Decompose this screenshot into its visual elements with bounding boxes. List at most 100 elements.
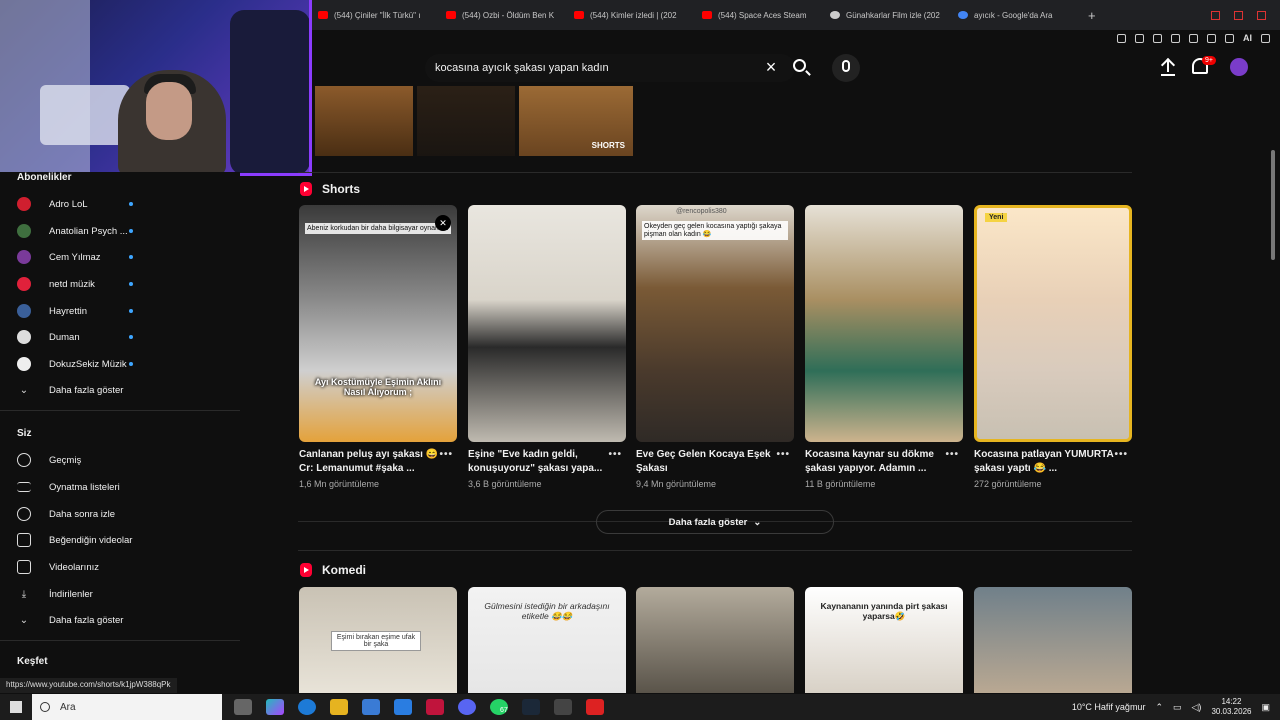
sidebar-item-subscription[interactable]: Hayrettin (17, 299, 227, 323)
channel-avatar (17, 330, 31, 344)
browser-tab[interactable]: (544) Space Aces Steam (694, 0, 822, 30)
app-icon[interactable] (586, 699, 604, 715)
video-thumbnail[interactable] (417, 86, 515, 156)
play-icon[interactable] (1171, 33, 1180, 43)
browser-tab[interactable]: (544) Kimler izledi | (202 (566, 0, 694, 30)
komedi-short-thumbnail[interactable]: Kaynananın yanında pirt şakası yaparsa🤣 (805, 587, 963, 693)
sidebar-item-subscription[interactable]: netd müzik (17, 272, 227, 296)
app-icon[interactable] (394, 699, 412, 715)
new-content-dot (129, 229, 133, 233)
weather-widget[interactable]: 10°C Hafif yağmur (1072, 702, 1146, 712)
video-thumbnail[interactable] (315, 86, 413, 156)
short-thumbnail[interactable]: Yeni (974, 205, 1132, 442)
network-icon[interactable]: ▭ (1173, 702, 1182, 713)
short-views: 1,6 Mn görüntüleme (299, 479, 380, 489)
new-tab-button[interactable]: + (1088, 8, 1096, 23)
menu-icon[interactable] (1261, 33, 1270, 43)
store-icon[interactable] (362, 699, 380, 715)
sidebar-item-downloads[interactable]: ⤓ İndirilenler (17, 582, 227, 606)
short-title[interactable]: Eşine "Eve kadın geldi, konuşuyoruz" şak… (468, 448, 608, 476)
show-more-shorts-button[interactable]: Daha fazla göster ⌄ (596, 510, 834, 534)
opera-icon[interactable] (426, 699, 444, 715)
short-title[interactable]: Kocasına kaynar su dökme şakası yapıyor.… (805, 448, 945, 476)
scrollbar-thumb[interactable] (1271, 150, 1275, 260)
browser-tab[interactable]: (544) Ozbi - Öldüm Ben K (438, 0, 566, 30)
komedi-short-thumbnail[interactable] (636, 587, 794, 693)
sidebar-item-subscription[interactable]: Duman (17, 325, 227, 349)
playlist-icon (17, 482, 31, 492)
browser-tab[interactable]: ayıcık - Google'da Ara (950, 0, 1078, 30)
sidebar-item-history[interactable]: Geçmiş (17, 448, 227, 472)
browser-tab[interactable]: (544) Çiniler "İlk Türkü" ı (310, 0, 438, 30)
clock[interactable]: 14:22 30.03.2026 (1211, 697, 1251, 717)
sidebar: Abonelikler Adro LoL Anatolian Psych ...… (0, 172, 240, 690)
short-card[interactable]: Yeni Kocasına patlayan YUMURTA şakası ya… (974, 205, 1132, 489)
edge-icon[interactable] (298, 699, 316, 715)
short-card[interactable]: @rencopolis380 Okeyden geç gelen kocasın… (636, 205, 794, 489)
short-thumbnail[interactable]: Abeniz korkudan bir daha bilgisayar oyna… (299, 205, 457, 442)
clear-search-button[interactable]: × (760, 57, 782, 79)
sidebar-item-liked[interactable]: Beğendiğin videolar (17, 528, 227, 552)
extension-icon[interactable] (1135, 33, 1144, 43)
sidebar-item-subscription[interactable]: Anatolian Psych ... (17, 219, 227, 243)
sidebar-item-subscription[interactable]: DokuzSekiz Müzik (17, 352, 227, 376)
new-content-dot (129, 362, 133, 366)
account-avatar[interactable] (1230, 58, 1248, 76)
more-actions-icon[interactable]: ••• (945, 449, 959, 460)
profile-icon[interactable] (1207, 33, 1216, 43)
short-title[interactable]: Eve Geç Gelen Kocaya Eşek Şakası (636, 448, 776, 476)
short-title[interactable]: Kocasına patlayan YUMURTA şakası yaptı 😂… (974, 448, 1114, 476)
copilot-icon[interactable] (266, 699, 284, 715)
app-icon[interactable] (554, 699, 572, 715)
sidebar-item-subscription[interactable]: Cem Yılmaz (17, 245, 227, 269)
tray-chevron-icon[interactable]: ⌃ (1155, 702, 1163, 713)
whatsapp-icon[interactable]: 67 (490, 699, 508, 715)
komedi-short-thumbnail[interactable]: Gülmesini istediğin bir arkadaşını etike… (468, 587, 626, 693)
short-title[interactable]: Canlanan peluş ayı şakası 😄 Cr: Lemanumu… (299, 448, 439, 476)
ai-button[interactable]: AI (1243, 33, 1252, 43)
create-upload-icon[interactable] (1160, 58, 1176, 76)
sidebar-item-your-videos[interactable]: Videolarınız (17, 555, 227, 579)
komedi-short-thumbnail[interactable] (974, 587, 1132, 693)
more-actions-icon[interactable]: ••• (1114, 449, 1128, 460)
minimize-icon[interactable] (1211, 10, 1220, 20)
more-actions-icon[interactable]: ••• (439, 449, 453, 460)
you-section-title[interactable]: Siz (17, 428, 31, 439)
show-more-you[interactable]: ⌄ Daha fazla göster (17, 608, 227, 632)
search-input[interactable]: kocasına ayıcık şakası yapan kadın (425, 54, 795, 82)
heart-icon[interactable] (1189, 33, 1198, 43)
task-view-icon[interactable] (234, 699, 252, 715)
more-actions-icon[interactable]: ••• (776, 449, 790, 460)
voice-search-button[interactable] (832, 54, 860, 82)
komedi-short-thumbnail[interactable]: Eşimi bırakan eşime ufak bir şaka (299, 587, 457, 693)
notifications-icon[interactable]: ▣ (1261, 702, 1270, 713)
close-icon[interactable] (1257, 10, 1266, 20)
maximize-icon[interactable] (1234, 10, 1243, 20)
subscriptions-title[interactable]: Abonelikler (17, 172, 71, 183)
steam-icon[interactable] (522, 699, 540, 715)
show-more-subscriptions[interactable]: ⌄ Daha fazla göster (17, 378, 227, 402)
discord-icon[interactable] (458, 699, 476, 715)
more-actions-icon[interactable]: ••• (608, 449, 622, 460)
start-button[interactable] (0, 694, 32, 720)
short-thumbnail[interactable] (468, 205, 626, 442)
short-card[interactable]: Kocasına kaynar su dökme şakası yapıyor.… (805, 205, 963, 489)
short-thumbnail[interactable] (805, 205, 963, 442)
extension-icon[interactable] (1153, 33, 1162, 43)
sidebar-item-playlists[interactable]: Oynatma listeleri (17, 475, 227, 499)
short-card[interactable]: Eşine "Eve kadın geldi, konuşuyoruz" şak… (468, 205, 626, 489)
short-card[interactable]: Abeniz korkudan bir daha bilgisayar oyna… (299, 205, 457, 489)
download-icon[interactable] (1225, 33, 1234, 43)
search-button[interactable] (788, 56, 814, 80)
sidebar-item-subscription[interactable]: Adro LoL (17, 192, 227, 216)
extension-icon[interactable] (1117, 33, 1126, 43)
sidebar-item-watch-later[interactable]: Daha sonra izle (17, 502, 227, 526)
taskbar-search[interactable]: Ara (32, 694, 222, 720)
video-thumbnail[interactable]: SHORTS (519, 86, 633, 156)
short-thumbnail[interactable]: @rencopolis380 Okeyden geç gelen kocasın… (636, 205, 794, 442)
browser-tab[interactable]: Günahkarlar Film izle (202 (822, 0, 950, 30)
file-explorer-icon[interactable] (330, 699, 348, 715)
page-scrollbar[interactable] (1270, 50, 1276, 694)
mute-icon[interactable]: ✕ (435, 215, 451, 231)
volume-icon[interactable]: ◁) (1192, 702, 1202, 713)
